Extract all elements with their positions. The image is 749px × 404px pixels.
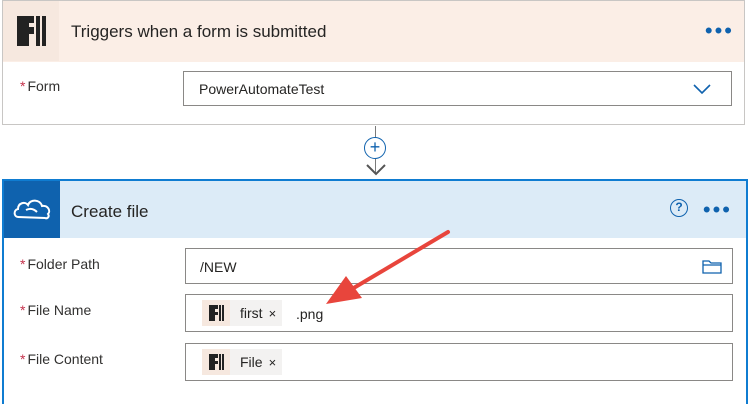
annotation-arrow: [326, 230, 450, 304]
